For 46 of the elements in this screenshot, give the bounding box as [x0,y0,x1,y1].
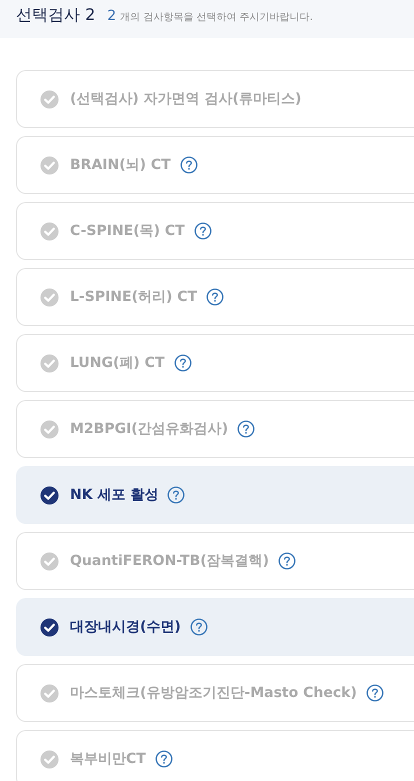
help-icon[interactable] [194,222,212,240]
help-icon[interactable] [206,288,224,306]
test-option[interactable]: C-SPINE(목) CT [16,202,414,260]
option-label: QuantiFERON-TB(잠복결핵) [70,552,270,570]
option-label: NK 세포 활성 [70,486,158,504]
help-icon[interactable] [237,420,256,438]
check-icon [40,420,59,438]
option-label: 마스토체크(유방암조기진단-Masto Check) [70,684,357,702]
help-icon[interactable] [180,156,198,174]
help-icon[interactable] [167,486,186,504]
help-icon[interactable] [174,354,192,372]
option-label: 복부비만CT [70,750,146,768]
test-option[interactable]: (선택검사) 자가면역 검사(류마티스) [16,70,414,128]
check-icon [40,684,59,702]
test-option[interactable]: 대장내시경(수면) [16,598,414,656]
help-icon[interactable] [190,618,208,636]
option-label: (선택검사) 자가면역 검사(류마티스) [70,90,302,108]
test-option[interactable]: LUNG(폐) CT [16,334,414,392]
check-icon [40,288,59,306]
test-option[interactable]: 복부비만CT [16,730,414,781]
hint-text: 개의 검사항목을 선택하여 주시기바랍니다. [120,11,313,24]
test-option[interactable]: QuantiFERON-TB(잠복결핵) [16,532,414,590]
section-title: 선택검사 2 [16,5,96,26]
option-label: LUNG(폐) CT [70,354,164,372]
check-icon [40,618,59,636]
check-icon [40,222,59,240]
help-icon[interactable] [154,750,173,768]
option-label: L-SPINE(허리) CT [70,288,198,306]
help-icon[interactable] [366,684,384,702]
check-icon [40,90,59,108]
check-icon [40,156,59,174]
test-option[interactable]: BRAIN(뇌) CT [16,136,414,194]
test-option[interactable]: L-SPINE(허리) CT [16,268,414,326]
option-label: C-SPINE(목) CT [70,222,185,240]
check-icon [40,486,59,504]
check-icon [40,552,59,570]
help-icon[interactable] [278,552,296,570]
check-icon [40,354,59,372]
option-label: BRAIN(뇌) CT [70,156,171,174]
option-label: 대장내시경(수면) [70,618,181,636]
test-option[interactable]: 마스토체크(유방암조기진단-Masto Check) [16,664,414,722]
test-option[interactable]: NK 세포 활성 [16,466,414,524]
check-icon [40,750,59,768]
option-label: M2BPGI(간섬유화검사) [70,420,228,438]
test-option[interactable]: M2BPGI(간섬유화검사) [16,400,414,458]
count-text: 2 [107,8,116,24]
